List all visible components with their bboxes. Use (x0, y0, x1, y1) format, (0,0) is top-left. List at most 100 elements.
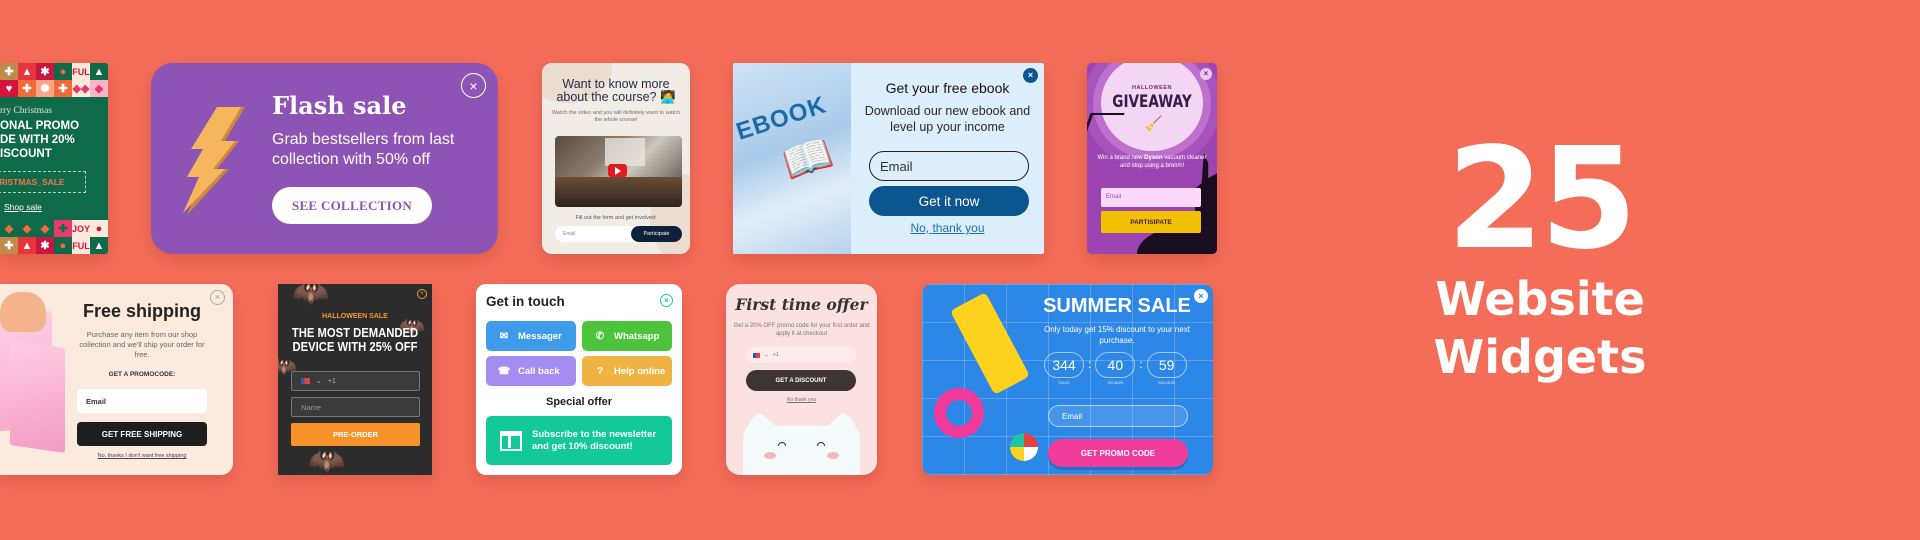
close-icon[interactable]: × (461, 73, 486, 98)
call-back-button[interactable]: ☎ Call back (486, 356, 576, 386)
get-it-now-button[interactable]: Get it now (869, 186, 1029, 216)
phone-input[interactable]: ⌄ +1 (291, 371, 420, 391)
witch-on-broom-icon: 🧹 (1145, 115, 1163, 131)
course-subtitle: Watch the video and you will definitely … (552, 110, 680, 123)
flash-sale-widget: Flash sale Grab bestsellers from last co… (151, 63, 498, 254)
tile-icon: ◆ (0, 220, 18, 237)
ebook-title: Get your free ebook (885, 80, 1010, 96)
tree-icon: ▲ (18, 237, 36, 254)
plus-icon: ✚ (18, 80, 36, 97)
countdown-timer: 344 hours : 40 minutes : 59 seconds (1044, 352, 1187, 385)
lightning-bolt-icon (183, 107, 245, 215)
tile-icon: ✚ (54, 220, 72, 237)
promo-code-box[interactable]: RISTMAS_SALE (0, 171, 86, 193)
christmas-greeting: rry Christmas (0, 106, 52, 116)
whatsapp-button[interactable]: ✆ Whatsapp (582, 321, 672, 351)
halloween-giveaway-widget: HALLOWEEN GIVEAWAY 🧹 Win a brand new Dys… (1087, 63, 1217, 254)
email-input[interactable]: Email (1101, 188, 1201, 207)
star-icon: ✺ (36, 80, 54, 97)
no-thank-you-link[interactable]: No thank you (726, 397, 877, 403)
tile-icon: ◆ (18, 220, 36, 237)
tile-icon: ◆ (36, 220, 54, 237)
christmas-promo-text: ONAL PROMO DE WITH 20% ISCOUNT (0, 120, 80, 160)
bat-icon: 🦇 (292, 284, 330, 310)
ebook-subtitle: Download our new ebook and level up your… (864, 104, 1031, 134)
course-form-label: Fill out the form and get involved: (575, 215, 657, 221)
shopping-bag-illustration (10, 340, 65, 453)
cat-illustration (743, 410, 860, 475)
get-in-touch-widget: Get in touch × ✉ Messager ✆ Whatsapp ☎ C… (476, 284, 682, 475)
ful-text-tile: FUL (72, 237, 90, 254)
tile-icon: ▲ (18, 63, 36, 80)
countdown-separator: : (1139, 357, 1143, 371)
tile-icon: FUL (72, 63, 90, 80)
ebook-widget: EBOOK 📖 Get your free ebook Download our… (733, 63, 1044, 254)
promocode-label: GET A PROMOCODE: (108, 371, 176, 378)
chevron-down-icon[interactable]: ⌄ (764, 352, 769, 358)
free-shipping-subtitle: Purchase any item from our shop collecti… (79, 330, 205, 359)
messenger-icon: ✉ (499, 330, 509, 342)
pre-order-button[interactable]: PRE-ORDER (291, 423, 420, 446)
flash-sale-text: Grab bestsellers from last collection wi… (272, 131, 455, 168)
close-icon[interactable]: × (210, 290, 225, 305)
headline-line-2: Widgets (1433, 330, 1647, 384)
close-icon[interactable]: × (1023, 68, 1038, 83)
help-chat-icon: ? (596, 365, 604, 377)
get-promo-code-button[interactable]: GET PROMO CODE (1048, 439, 1188, 467)
summer-sale-subtitle: Only today get 15% discount to your next… (1044, 325, 1190, 345)
video-window (605, 138, 645, 166)
hand-illustration (0, 292, 46, 332)
close-icon[interactable]: × (1194, 289, 1208, 303)
get-in-touch-title: Get in touch (486, 294, 565, 309)
whatsapp-icon: ✆ (595, 330, 605, 342)
close-icon[interactable]: × (1200, 68, 1212, 80)
giveaway-text: Win a brand new Dyson vacuum cleaner and… (1097, 155, 1207, 169)
phone-input[interactable]: ⌄ +1 (746, 347, 856, 363)
free-shipping-widget: Free shipping Purchase any item from our… (0, 284, 233, 475)
decline-link[interactable]: No, thanks I don't want free shipping (77, 453, 207, 459)
chevron-down-icon[interactable]: ⌄ (316, 377, 322, 385)
tile-icon: ● (54, 63, 72, 80)
help-online-button[interactable]: ? Help online (582, 356, 672, 386)
email-input[interactable]: Email (869, 151, 1029, 181)
see-collection-button[interactable]: SEE COLLECTION (272, 187, 432, 224)
diamond-icon: ◆◆ (72, 80, 90, 97)
get-discount-button[interactable]: GET A DISCOUNT (746, 370, 856, 391)
christmas-pattern-top: ✚ ▲ ✱ ● FUL ▲ ♥ ✚ ✺ ✚ ◆◆ ◆ (0, 63, 108, 97)
cat-cheek (764, 452, 776, 459)
tile-icon: ✚ (0, 63, 18, 80)
plus-icon: ✚ (54, 80, 72, 97)
no-thank-you-link[interactable]: No, thank you (851, 221, 1044, 235)
close-icon[interactable]: × (417, 289, 427, 299)
close-icon[interactable]: × (660, 294, 673, 307)
tile-icon: ▲ (90, 63, 108, 80)
messenger-button[interactable]: ✉ Messager (486, 321, 576, 351)
email-input[interactable]: Email (1048, 405, 1188, 427)
halloween-sale-widget: 🦇 🦇 🦇 🦇 HALLOWEEN SALE THE MOST DEMANDED… (278, 284, 432, 475)
giveaway-kicker: HALLOWEEN (1132, 85, 1172, 91)
ornament-icon: ● (54, 237, 72, 254)
tile-icon: JOY (72, 220, 90, 237)
course-video[interactable] (555, 136, 682, 207)
first-time-offer-subtitle: Get a 20% OFF promo code for your first … (733, 323, 870, 337)
participate-button[interactable]: PARTISIPATE (1101, 211, 1201, 233)
summer-sale-widget: SUMMER SALE Only today get 15% discount … (922, 284, 1213, 475)
snowflake-icon: ✱ (36, 237, 54, 254)
giveaway-title: GIVEAWAY (1112, 92, 1192, 112)
cat-eye (817, 442, 825, 446)
course-video-widget: Want to know more about the course? 🧑‍💻 … (542, 63, 690, 254)
name-input[interactable]: Name (291, 397, 420, 417)
get-free-shipping-button[interactable]: GET FREE SHIPPING (77, 422, 207, 446)
tile-icon: ● (90, 220, 108, 237)
heart-icon: ♥ (0, 80, 18, 97)
play-icon[interactable] (608, 164, 627, 177)
course-title: Want to know more about the course? 🧑‍💻 (556, 77, 676, 104)
shop-sale-link[interactable]: Shop sale (4, 202, 42, 212)
newsletter-offer-button[interactable]: Subscribe to the newsletter and get 10% … (486, 416, 672, 465)
tree-icon: ▲ (90, 237, 108, 254)
ebook-keyboard-image: EBOOK 📖 (733, 63, 851, 254)
participate-button[interactable]: Participate (631, 226, 682, 242)
christmas-promo-widget: ✚ ▲ ✱ ● FUL ▲ ♥ ✚ ✺ ✚ ◆◆ ◆ rry Christmas… (0, 63, 108, 254)
email-input[interactable]: Email (77, 389, 207, 413)
first-time-offer-title: First time offer (735, 295, 868, 314)
